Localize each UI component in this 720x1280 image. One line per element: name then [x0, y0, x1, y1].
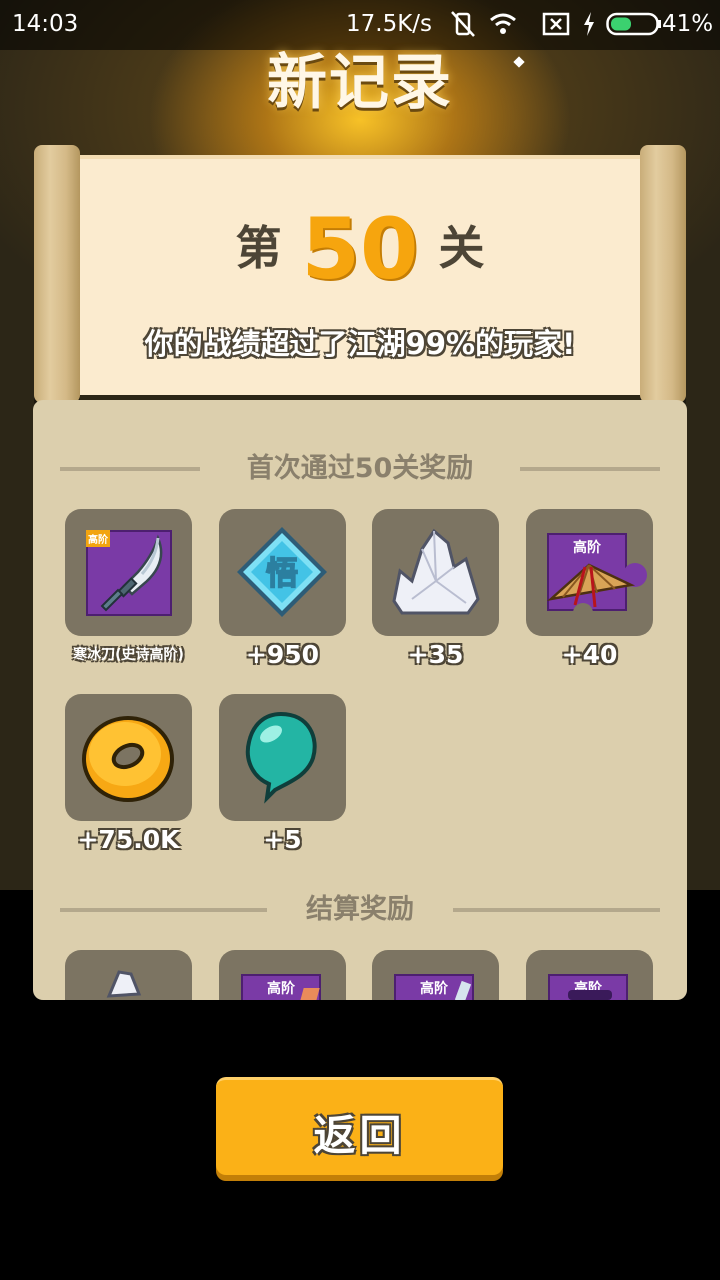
back-button-label: 返回	[313, 1111, 406, 1160]
reward-item[interactable]: 悟 +950	[219, 509, 346, 669]
reward-icon-box[interactable]: 高阶	[372, 950, 499, 1000]
reward-icon-box[interactable]	[65, 694, 192, 821]
reward-icon-box[interactable]: 高阶	[526, 509, 653, 636]
settlement-header: 结算奖励	[33, 887, 687, 927]
reward-icon-box[interactable]: 悟	[219, 509, 346, 636]
reward-item[interactable]: 高阶 +40	[526, 509, 653, 669]
scroll-roll-left	[34, 145, 80, 403]
reward-item[interactable]: +5	[219, 694, 346, 854]
settlement-title: 结算奖励	[306, 894, 414, 925]
scroll-roll-right	[640, 145, 686, 403]
crystal-icon	[106, 970, 142, 998]
stage-number: 50	[301, 200, 419, 298]
reward-icon-box[interactable]	[65, 950, 192, 1000]
reward-icon-box[interactable]	[219, 694, 346, 821]
reward-label: 寒冰刀(史诗高阶)	[73, 647, 184, 663]
jade-bead-icon	[245, 711, 317, 804]
stage-scroll-banner: 第 50 关 你的战绩超过了江湖99%的玩家!	[34, 145, 686, 407]
reward-label: +5	[263, 825, 302, 854]
reward-icon-box[interactable]	[372, 509, 499, 636]
reward-label: +950	[245, 640, 320, 669]
reward-item[interactable]	[65, 950, 192, 1000]
first-clear-title: 首次通过50关奖励	[246, 453, 474, 484]
page-title: 新记录	[267, 48, 453, 118]
stage-line: 第 50 关	[78, 200, 642, 298]
gold-coin-icon	[82, 716, 174, 802]
stage-description: 你的战绩超过了江湖99%的玩家!	[144, 327, 576, 361]
battery-icon	[606, 12, 661, 36]
reward-icon-box[interactable]: 高阶	[526, 950, 653, 1000]
enlightenment-gem-icon: 悟	[237, 527, 327, 617]
reward-item[interactable]: 高阶 寒冰刀(史诗高阶)	[65, 509, 192, 664]
reward-icon-box[interactable]: 高阶	[219, 950, 346, 1000]
reward-label: +40	[561, 640, 618, 669]
reward-item[interactable]: 高阶	[372, 950, 499, 1000]
bamboo-hat-fragment-icon: 高阶	[546, 533, 647, 621]
scroll-fragment-icon: 高阶	[241, 974, 321, 1000]
gem-glyph: 悟	[266, 554, 298, 592]
reward-icon-box[interactable]: 高阶	[65, 509, 192, 636]
ice-blade-icon: 高阶	[86, 530, 172, 616]
reward-item[interactable]: +35	[372, 509, 499, 669]
reward-panel[interactable]: 首次通过50关奖励 高阶 寒冰刀(史诗高阶) 悟 +950 +35 高阶 +40…	[33, 400, 687, 1000]
reward-item[interactable]: 高阶	[219, 950, 346, 1000]
stage-prefix: 第	[235, 221, 282, 275]
stage-suffix: 关	[438, 221, 485, 275]
reward-label: +75.0K	[77, 825, 180, 854]
mask-fragment-icon: 高阶	[548, 974, 628, 1000]
first-clear-header: 首次通过50关奖励	[33, 446, 687, 486]
reward-label: +35	[407, 640, 464, 669]
blade-fragment-icon: 高阶	[394, 974, 474, 1000]
back-button[interactable]: 返回	[216, 1077, 503, 1175]
reward-item[interactable]: 高阶	[526, 950, 653, 1000]
reward-item[interactable]: +75.0K	[65, 694, 192, 854]
crystal-icon	[392, 528, 480, 615]
